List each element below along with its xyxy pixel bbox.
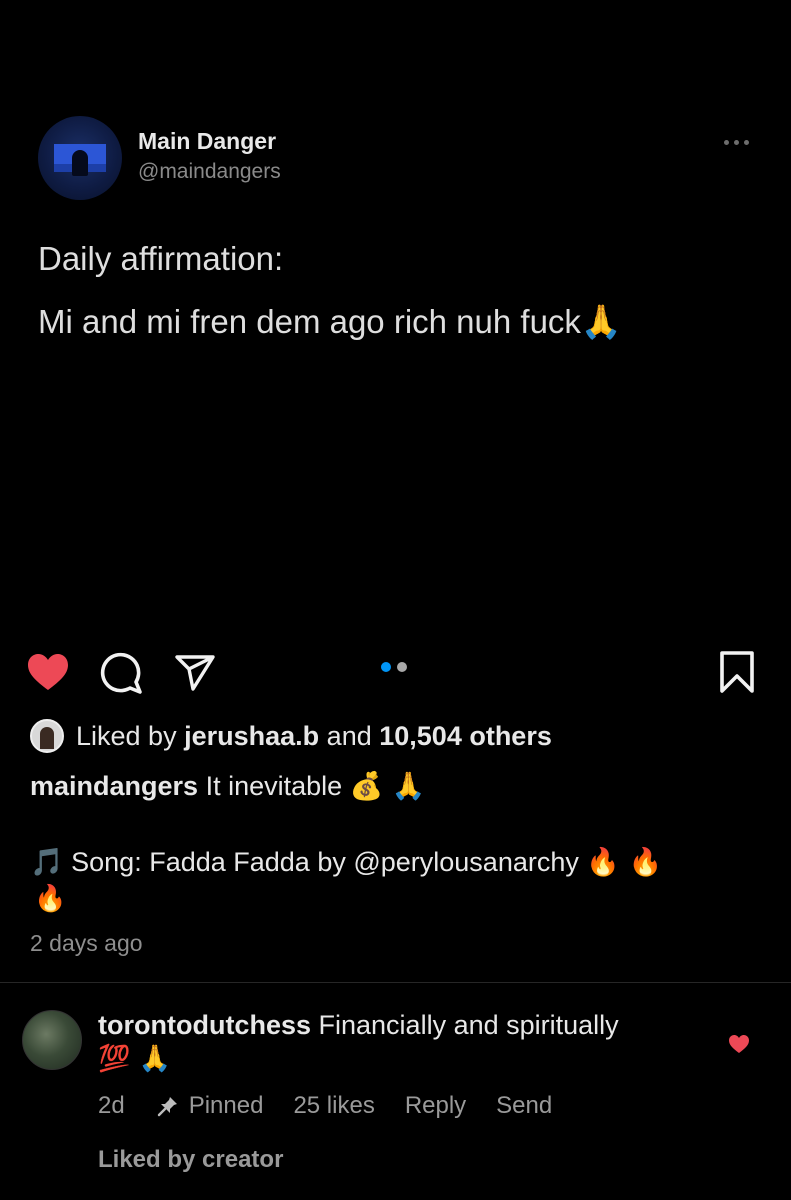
caption-text: It inevitable: [205, 771, 343, 801]
comment: torontodutchess Financially and spiritua…: [98, 1010, 619, 1041]
liker-username[interactable]: jerushaa.b: [184, 721, 319, 752]
tweet-text-line2: Mi and mi fren dem ago rich nuh fuck🙏: [38, 302, 622, 342]
likes-prefix: Liked by: [76, 720, 177, 751]
fire-emojis: 🔥 🔥: [586, 847, 663, 878]
comment-emojis: 💯 🙏: [98, 1044, 172, 1074]
song-text: Song: Fadda Fadda by @perylousanarchy: [71, 847, 579, 877]
carousel-dot-active: [381, 662, 391, 672]
comment-username[interactable]: torontodutchess: [98, 1010, 311, 1040]
heart-icon[interactable]: [26, 652, 70, 692]
tweet-text: Mi and mi fren dem ago rich nuh fuck: [38, 303, 581, 340]
carousel-indicator: [381, 662, 411, 674]
song-line: 🎵 Song: Fadda Fadda by @perylousanarchy …: [30, 846, 662, 878]
pray-emoji: 🙏: [580, 302, 623, 341]
send-button[interactable]: Send: [496, 1092, 552, 1120]
tweet-text-line1: Daily affirmation:: [38, 240, 284, 277]
post-timestamp: 2 days ago: [30, 930, 143, 956]
comment-likes[interactable]: 25 likes: [293, 1092, 374, 1120]
tweet-author-avatar[interactable]: [38, 116, 122, 200]
tweet-handle: @maindangers: [138, 160, 281, 183]
tweet-display-name: Main Danger: [138, 128, 277, 154]
commenter-avatar[interactable]: [22, 1010, 82, 1070]
liker-avatar: [30, 719, 64, 753]
more-icon[interactable]: [722, 133, 752, 153]
comment-time: 2d: [98, 1092, 125, 1119]
comment-text: Financially and spiritually: [318, 1010, 619, 1040]
comment-meta: 2d Pinned 25 likes Reply Send: [98, 1092, 552, 1120]
caption-emojis: 💰 🙏: [349, 771, 426, 802]
fire-emoji: 🔥: [34, 884, 67, 914]
liked-by-creator-label: Liked by creator: [98, 1146, 284, 1173]
likes-and: and: [326, 720, 372, 751]
avatar-silhouette: [72, 150, 88, 176]
reply-button[interactable]: Reply: [405, 1092, 466, 1120]
pinned-label: Pinned: [188, 1092, 264, 1119]
bookmark-icon[interactable]: [718, 650, 756, 694]
likes-others[interactable]: 10,504 others: [379, 721, 552, 752]
music-note-icon: 🎵: [30, 847, 64, 878]
pin-icon: [157, 1097, 177, 1117]
send-icon[interactable]: [174, 654, 216, 692]
comment-like-icon[interactable]: [728, 1034, 750, 1054]
divider: [0, 982, 791, 983]
caption: maindangers It inevitable 💰 🙏: [30, 770, 426, 802]
carousel-dot: [397, 662, 407, 672]
likes-summary[interactable]: Liked by jerushaa.b and 10,504 others: [30, 718, 552, 754]
comment-icon[interactable]: [100, 652, 144, 694]
caption-username[interactable]: maindangers: [30, 771, 198, 801]
